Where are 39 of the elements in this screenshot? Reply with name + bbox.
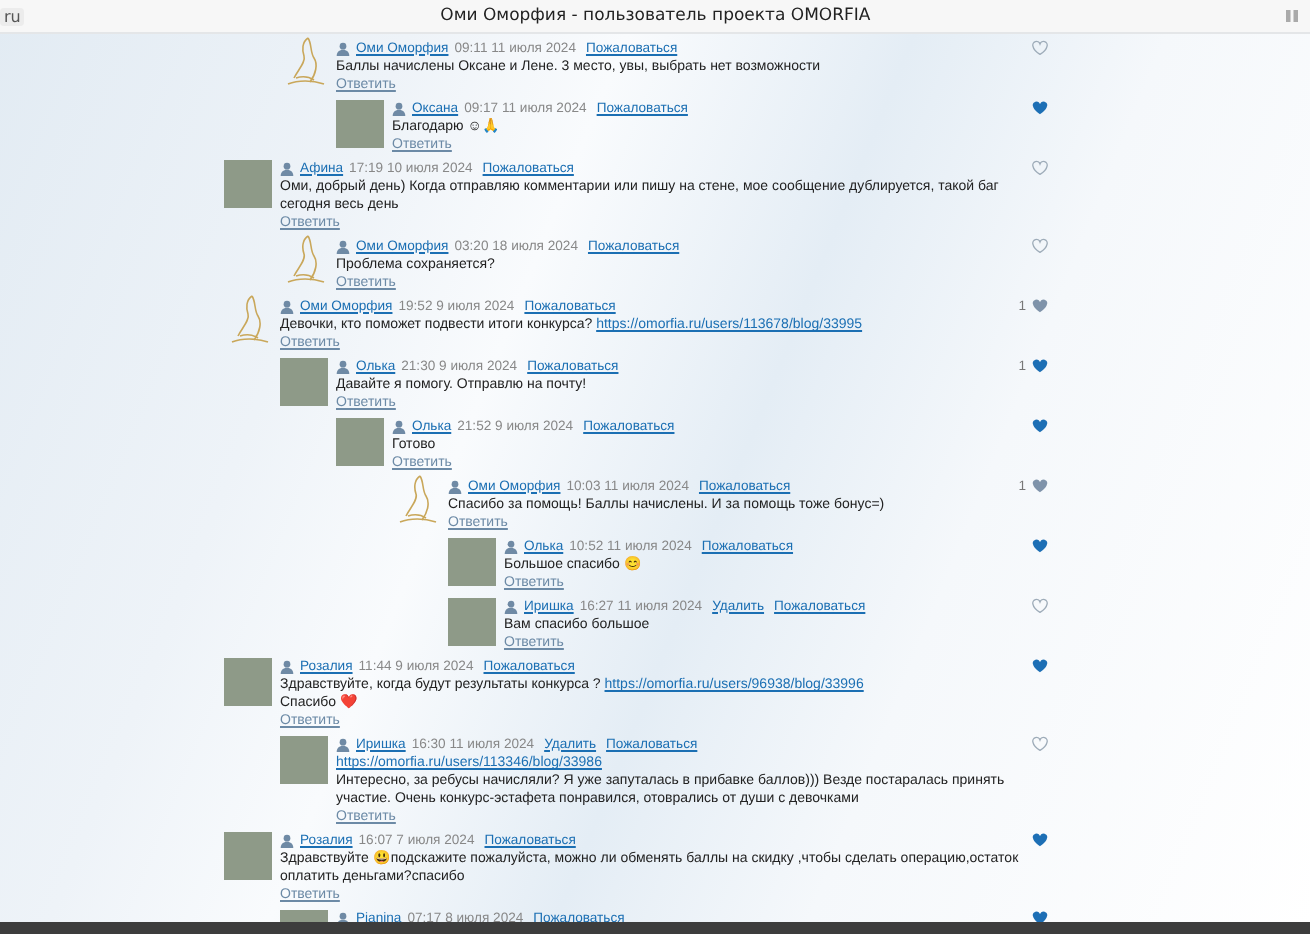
user-icon	[392, 419, 406, 433]
heart-icon[interactable]	[1032, 598, 1048, 614]
user-icon	[336, 737, 350, 751]
photo-placeholder	[280, 358, 328, 406]
user-icon	[448, 479, 462, 493]
user-icon	[504, 539, 518, 553]
heart-icon[interactable]	[1032, 160, 1048, 176]
user-icon	[504, 599, 518, 613]
heart-icon[interactable]	[1032, 100, 1048, 116]
bars-icon[interactable]	[1286, 10, 1298, 22]
photo-placeholder	[448, 598, 496, 646]
photo-placeholder	[280, 736, 328, 784]
photo-placeholder	[448, 538, 496, 586]
heart-icon[interactable]	[1032, 832, 1048, 848]
heart-icon[interactable]	[1032, 418, 1048, 434]
user-icon	[280, 833, 294, 847]
user-icon	[392, 101, 406, 115]
photo-placeholder	[336, 100, 384, 148]
heart-icon[interactable]	[1032, 658, 1048, 674]
heart-icon[interactable]	[1032, 358, 1048, 374]
heart-icon[interactable]	[1032, 298, 1048, 314]
photo-placeholder	[336, 418, 384, 466]
heart-icon[interactable]	[1032, 736, 1048, 752]
user-icon	[280, 659, 294, 673]
heart-icon[interactable]	[1032, 478, 1048, 494]
heart-icon[interactable]	[1032, 238, 1048, 254]
photo-placeholder	[224, 832, 272, 880]
photo-placeholder	[224, 160, 272, 208]
photo-placeholder	[224, 658, 272, 706]
heart-icon[interactable]	[1032, 40, 1048, 56]
user-icon	[280, 299, 294, 313]
user-icon	[280, 161, 294, 175]
user-icon	[336, 239, 350, 253]
user-icon	[336, 41, 350, 55]
heart-icon[interactable]	[1032, 538, 1048, 554]
heart-icon[interactable]	[1032, 910, 1048, 922]
tab-fragment[interactable]: ru	[0, 7, 25, 25]
page-title: Оми Оморфия - пользователь проекта OMORFIA	[438, 6, 873, 26]
user-icon	[336, 359, 350, 373]
